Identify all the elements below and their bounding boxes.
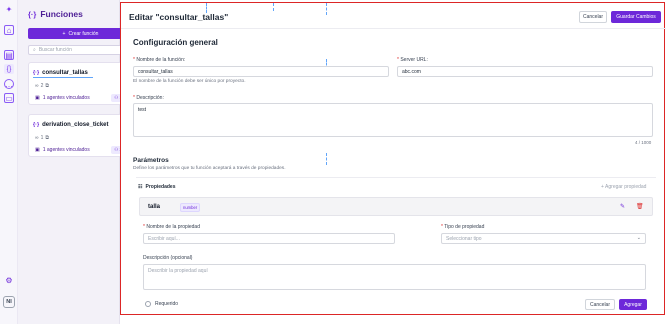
property-type-select[interactable]: Seleccionar tipo ⌄: [441, 233, 646, 244]
functions-icon[interactable]: {}: [4, 64, 14, 74]
copy-icon: ⧉: [45, 83, 49, 89]
page-title: Editar "consultar_tallas": [129, 12, 229, 22]
agent-icon: ▣: [35, 147, 40, 153]
search-input[interactable]: ⌕ Buscar función: [28, 45, 133, 55]
agents-linked: 1 agentes vinculados: [42, 95, 90, 101]
edit-icon[interactable]: ✎: [620, 203, 625, 210]
property-name: talla: [148, 204, 161, 210]
required-label: Requerido: [155, 301, 179, 307]
section-title: Configuración general: [133, 38, 218, 47]
property-type-badge: number: [180, 203, 201, 212]
functions-icon: {·}: [28, 9, 37, 19]
logo-icon[interactable]: ✦: [4, 4, 14, 14]
property-description-textarea[interactable]: Describir la propiedad aquí: [143, 264, 646, 290]
link-icon: ∞: [35, 135, 39, 141]
agents-linked: 1 agentes vinculados: [42, 147, 90, 153]
properties-header: ☷ Propiedades: [138, 184, 176, 190]
functions-icon: {·}: [33, 70, 40, 76]
add-property-button[interactable]: + Agregar propiedad: [601, 184, 646, 190]
functions-icon: {·}: [33, 122, 40, 128]
function-card[interactable]: {·} derivation_close_ticket ••• ∞ 1 ⧉ ▣ …: [28, 114, 132, 157]
server-url-input[interactable]: abc.com: [397, 66, 653, 77]
home-icon[interactable]: ⌂: [4, 25, 14, 35]
document-icon[interactable]: ▤: [4, 50, 14, 60]
function-name: derivation_close_ticket: [42, 122, 109, 128]
params-hint: Define los parámetros que tu función ace…: [133, 166, 286, 171]
panel-title: {·} Funciones: [28, 9, 83, 19]
description-label: * Descripción:: [133, 95, 164, 101]
function-name: consultar_tallas: [42, 70, 88, 76]
server-label: * Server URL:: [397, 57, 428, 63]
cancel-button[interactable]: Cancelar: [579, 11, 607, 23]
icon-rail: ✦ ⌂ ▤ {} … ▭ ⚙ NI: [0, 0, 18, 324]
function-count: 2: [40, 83, 44, 89]
prop-desc-label: Descripción (opcional): [143, 255, 193, 261]
add-property-submit-button[interactable]: Agregar: [619, 299, 647, 310]
link-icon: ∞: [35, 83, 39, 89]
active-underline: [33, 77, 93, 78]
description-textarea[interactable]: test: [133, 103, 653, 137]
chat-icon[interactable]: …: [4, 79, 14, 89]
chevron-down-icon: ⌄: [636, 235, 641, 241]
function-name-input[interactable]: consultar_tallas: [133, 66, 389, 77]
property-row[interactable]: talla number ✎ 🗑: [139, 197, 653, 216]
editor-area: Editar "consultar_tallas" Cancelar Guard…: [120, 0, 670, 324]
create-function-button[interactable]: + Crear función: [28, 28, 133, 39]
search-icon: ⌕: [33, 47, 36, 53]
divider: [121, 28, 666, 29]
agent-icon: ▣: [35, 95, 40, 101]
guide-line: [326, 153, 327, 165]
required-checkbox[interactable]: [145, 301, 151, 307]
avatar[interactable]: NI: [3, 296, 15, 308]
guide-line: [206, 3, 207, 13]
char-counter: 4 / 1000: [635, 140, 652, 145]
name-label: * Nombre de la función:: [133, 57, 186, 63]
prop-name-label: * Nombre de la propiedad: [143, 224, 200, 230]
settings-icon[interactable]: ⚙: [4, 275, 14, 285]
function-count: 1: [40, 135, 44, 141]
folder-icon[interactable]: ▭: [4, 93, 14, 103]
copy-icon: ⧉: [45, 135, 49, 141]
guide-line: [326, 3, 327, 15]
prop-type-label: * Tipo de propiedad: [441, 224, 485, 230]
plus-icon: +: [62, 30, 66, 37]
functions-panel: {·} Funciones + Crear función ⌕ Buscar f…: [18, 0, 133, 324]
delete-icon[interactable]: 🗑: [636, 203, 644, 210]
save-button[interactable]: Guardar Cambios: [611, 11, 661, 23]
list-icon: ☷: [138, 184, 143, 190]
name-hint: El nombre de la función debe ser único p…: [133, 79, 246, 84]
cancel-property-button[interactable]: Cancelar: [585, 299, 615, 310]
params-title: Parámetros: [133, 157, 169, 164]
editor-frame: Editar "consultar_tallas" Cancelar Guard…: [120, 2, 666, 315]
guide-line: [273, 3, 274, 11]
function-card[interactable]: {·} consultar_tallas ••• ∞ 2 ⧉ ▣ 1 agent…: [28, 62, 132, 105]
property-name-input[interactable]: Escribir aquí...: [143, 233, 395, 244]
